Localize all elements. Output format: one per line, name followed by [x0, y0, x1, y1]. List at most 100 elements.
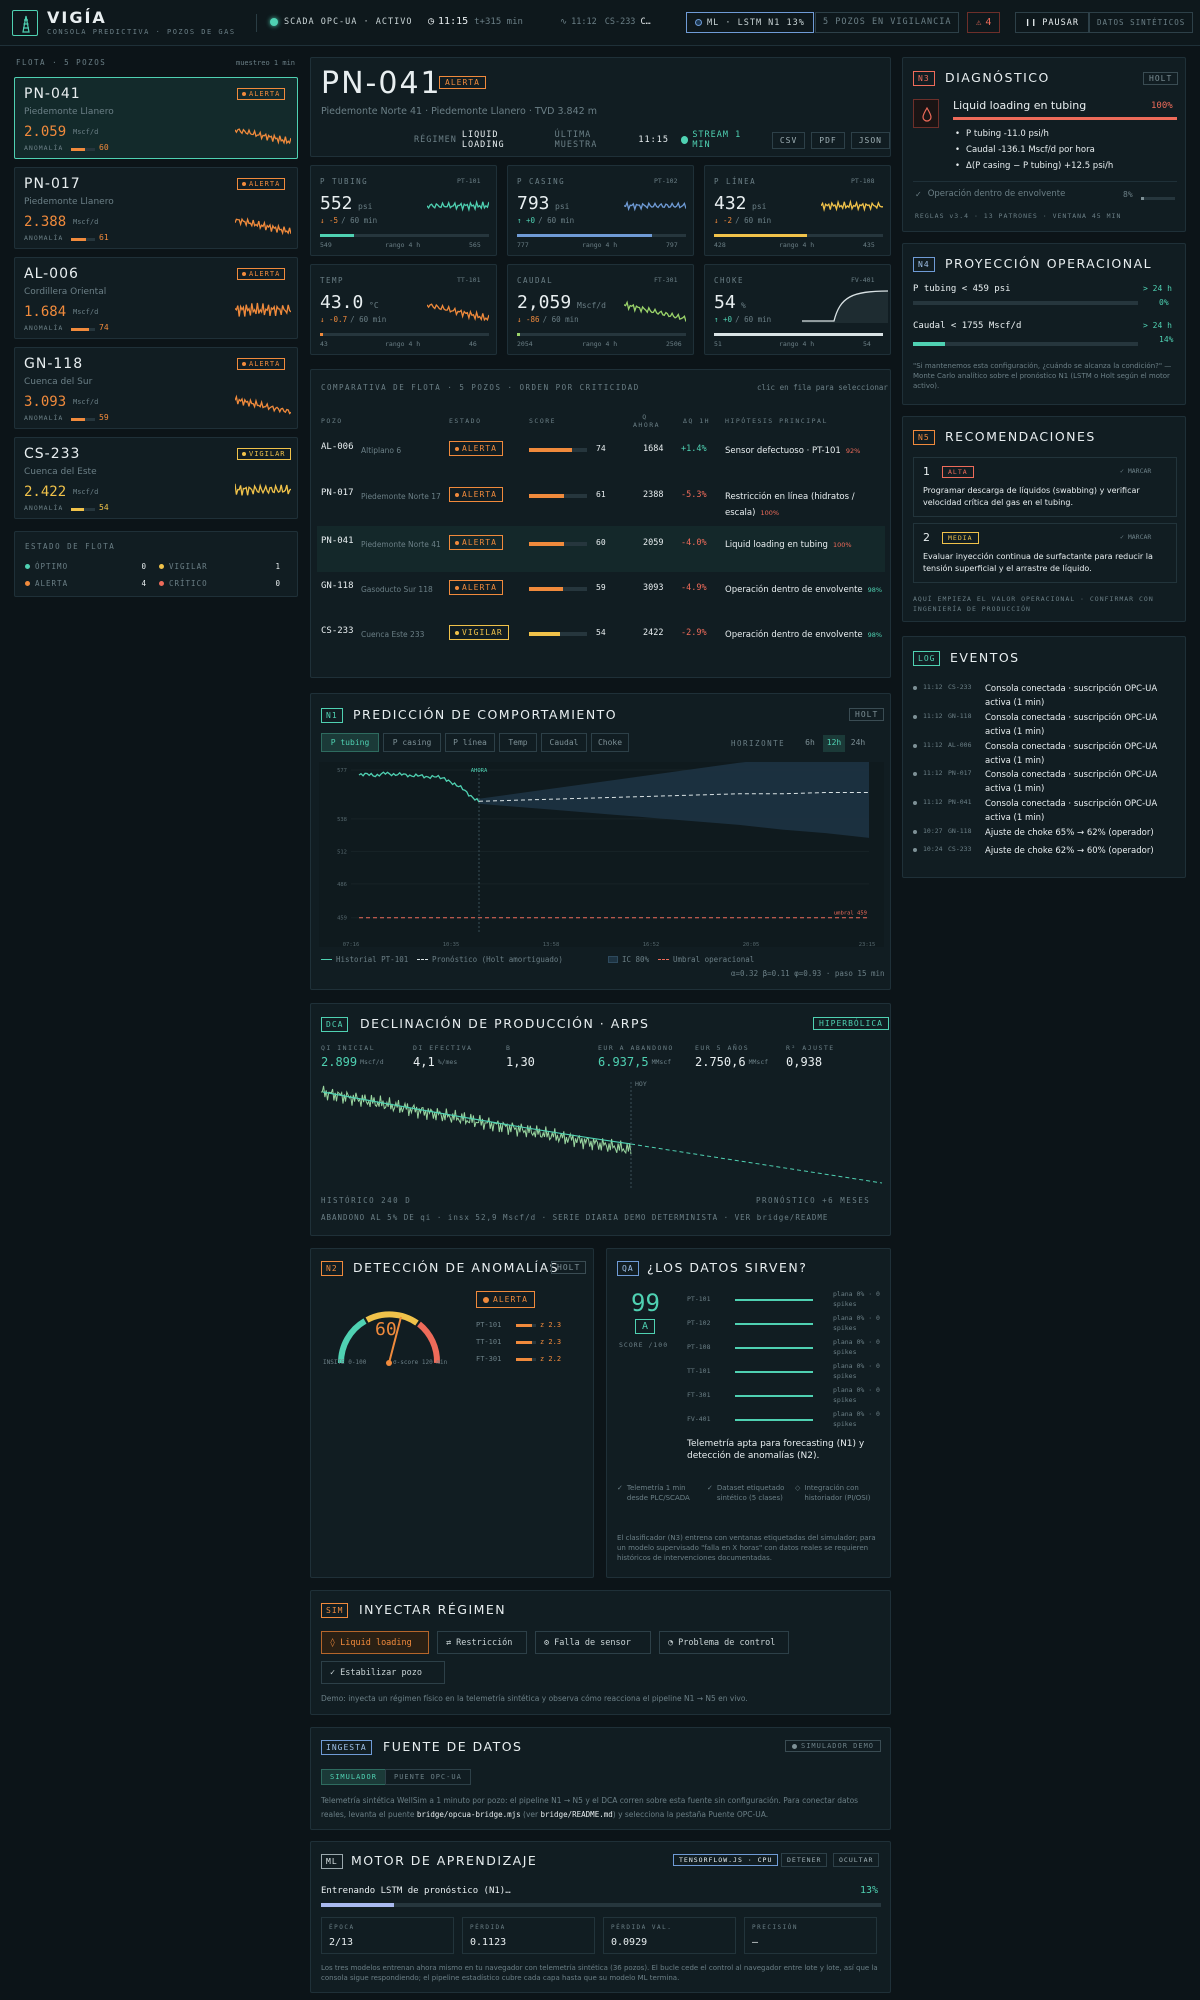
- sensor-tag: TT-101: [457, 276, 481, 284]
- status-dot-icon: [270, 18, 278, 26]
- mark-done-button[interactable]: ✓ MARCAR: [1120, 467, 1151, 475]
- fleet-well-card[interactable]: PN-041 Piedemonte Llanero ALERTA 2.059 Mscf/…: [14, 77, 298, 159]
- regime-icon: ⇄: [446, 1637, 452, 1648]
- recommendation-text: Evaluar inyección continua de surfactant…: [923, 552, 1153, 573]
- sensor-range-label: rango 4 h: [779, 340, 815, 348]
- fleet-well-card[interactable]: CS-233 Cuenca del Este VIGILAR 2.422 Mscf/d A…: [14, 437, 298, 519]
- diagnosis-bullet: • Caudal -136.1 Mscf/d por hora: [955, 145, 1095, 155]
- row-flow-delta: -2.9%: [681, 628, 707, 638]
- tab-sensor[interactable]: Caudal: [541, 733, 587, 752]
- state-dot-icon: [159, 564, 164, 569]
- recommendation-card[interactable]: 1 ALTA ✓ MARCAR Programar descarga de líqui…: [913, 457, 1177, 517]
- fleet-well-card[interactable]: GN-118 Cuenca del Sur ALERTA 3.093 Mscf/d ANO…: [14, 347, 298, 429]
- projection-bar: [913, 342, 1138, 346]
- regime-button[interactable]: ⚙ Falla de sensor: [535, 1631, 651, 1654]
- ml-stat-box: ÉPOCA 2/13: [321, 1917, 454, 1954]
- tab-opcua-bridge[interactable]: PUENTE OPC-UA: [385, 1769, 471, 1785]
- well-card-flow: 2.388: [24, 214, 67, 230]
- sensor-tag: PT-108: [851, 177, 875, 185]
- check-icon: ✓: [617, 1484, 623, 1492]
- horizon-option[interactable]: 24h: [847, 735, 869, 752]
- well-card-flow: 2.059: [24, 124, 67, 140]
- projection-pct: 0%: [1159, 298, 1169, 307]
- fleet-well-card[interactable]: PN-017 Piedemonte Llanero ALERTA 2.388 Mscf/…: [14, 167, 298, 249]
- sensor-card[interactable]: CHOKE FV-401 54% ↑ +0/ 60 min 51 rango 4 h 54: [704, 264, 891, 355]
- events-panel: LOG EVENTOS 11:12 CS-233 Consola conectada…: [902, 636, 1186, 878]
- pause-button[interactable]: ❙❙ PAUSAR: [1015, 12, 1089, 33]
- wells-watch-button[interactable]: 5 POZOS EN VIGILANCIA: [815, 12, 960, 33]
- well-card-status-badge: ALERTA: [237, 178, 286, 190]
- anomaly-sensor-bar: [516, 1323, 536, 1327]
- sensor-max: 435: [863, 241, 875, 249]
- table-row[interactable]: CS-233 Cuenca Este 233 VIGILAR 54 2422 -2.9% O…: [317, 616, 885, 654]
- ml-hide-button[interactable]: OCULTAR: [833, 1853, 880, 1867]
- sensor-value: 432: [714, 193, 747, 214]
- sensor-name: P LÍNEA: [714, 177, 757, 186]
- sensor-card[interactable]: P LÍNEA PT-108 432 psi ↓ -2/ 60 min 428 rango …: [704, 165, 891, 256]
- state-dot-icon: [25, 564, 30, 569]
- horizon-option[interactable]: 6h: [799, 735, 821, 752]
- sensor-range-bar: [714, 333, 883, 336]
- sensor-range-label: rango 4 h: [385, 241, 421, 249]
- table-row[interactable]: PN-017 Piedemonte Norte 17 ALERTA 61 2388 -5.…: [317, 478, 885, 524]
- dca-stat-label: EUR A ABANDONO: [598, 1044, 674, 1052]
- tab-sensor[interactable]: P línea: [445, 733, 495, 752]
- sensor-card[interactable]: P TUBING PT-101 552 psi ↓ -5/ 60 min 549 rango…: [310, 165, 497, 256]
- status-dot-icon: [455, 446, 459, 451]
- export-json-button[interactable]: JSON: [850, 131, 890, 149]
- sensor-card[interactable]: P CASING PT-102 793 psi ↑ +0/ 60 min 777 rango…: [507, 165, 694, 256]
- dca-stat-label: EUR 5 AÑOS: [695, 1044, 750, 1052]
- well-card-id: PN-017: [24, 176, 81, 192]
- well-card-score: 74: [99, 323, 109, 332]
- tab-sensor[interactable]: Choke: [591, 733, 629, 752]
- quality-note: El clasificador (N3) entrena con ventana…: [617, 1534, 876, 1562]
- well-card-region: Cuenca del Sur: [24, 377, 93, 387]
- table-row[interactable]: AL-006 Altiplano 6 ALERTA 74 1684 +1.4% Sensor…: [317, 432, 885, 470]
- well-card-anomaly-label: ANOMALÍA: [24, 414, 64, 422]
- row-flow: 2422: [643, 628, 664, 638]
- well-card-region: Piedemonte Llanero: [24, 197, 114, 207]
- projection-condition: P tubing < 459 psi: [913, 284, 1011, 294]
- projection-title: PROYECCIÓN OPERACIONAL: [945, 256, 1153, 271]
- ml-status-button[interactable]: ML · LSTM N1 13%: [686, 12, 814, 33]
- sensor-max: 797: [666, 241, 678, 249]
- recommendation-card[interactable]: 2 MEDIA ✓ MARCAR Evaluar inyección continua…: [913, 523, 1177, 583]
- row-hypothesis: Operación dentro de envolvente 98%: [725, 630, 883, 640]
- row-hypothesis: Restricción en línea (hidratos / escala)…: [725, 492, 855, 518]
- quality-sensor-line: [735, 1395, 813, 1397]
- quality-tag: QA: [617, 1261, 639, 1276]
- dca-stat-value: 1,30: [506, 1055, 535, 1069]
- tab-sensor[interactable]: P tubing: [321, 733, 379, 752]
- horizon-option[interactable]: 12h: [823, 735, 845, 752]
- ml-note: Los tres modelos entrenan ahora mismo en…: [321, 1964, 878, 1982]
- regime-button[interactable]: ✓ Estabilizar pozo: [321, 1661, 445, 1684]
- fleet-well-card[interactable]: AL-006 Cordillera Oriental ALERTA 1.684 Mscf…: [14, 257, 298, 339]
- tab-simulator[interactable]: SIMULADOR: [321, 1769, 386, 1785]
- export-csv-button[interactable]: CSV: [771, 131, 806, 149]
- ml-stop-button[interactable]: DETENER: [781, 1853, 828, 1867]
- sensor-card[interactable]: TEMP TT-101 43.0 °C ↓ -0.7/ 60 min 43 rango 4 …: [310, 264, 497, 355]
- sensor-range-label: rango 4 h: [779, 241, 815, 249]
- regime-button[interactable]: ◔ Problema de control: [659, 1631, 789, 1654]
- well-header-panel: PN-041 ALERTA Piedemonte Norte 41 · Pied…: [310, 57, 891, 157]
- table-row[interactable]: GN-118 Gasoducto Sur 118 ALERTA 59 3093 -4.9%…: [317, 571, 885, 617]
- gauge-right-label: σ-score 120 min: [393, 1359, 448, 1366]
- tab-sensor[interactable]: P casing: [383, 733, 441, 752]
- export-pdf-button[interactable]: PDF: [811, 131, 845, 149]
- tab-sensor[interactable]: Temp: [499, 733, 537, 752]
- sensor-card[interactable]: CAUDAL FT-301 2,059 Mscf/d ↓ -86/ 60 min 2054…: [507, 264, 694, 355]
- dca-panel: DCA DECLINACIÓN DE PRODUCCIÓN · ARPS HIP…: [310, 1003, 891, 1236]
- alerts-button[interactable]: ⚠ 4: [967, 12, 1001, 33]
- mark-done-button[interactable]: ✓ MARCAR: [1120, 533, 1151, 541]
- simulate-tag: SIM: [321, 1603, 349, 1618]
- status-dot-icon: [242, 92, 246, 96]
- projection-pct: 14%: [1159, 335, 1174, 344]
- regime-button[interactable]: ⇄ Restricción: [437, 1631, 527, 1654]
- regime-button[interactable]: ◊ Liquid loading: [321, 1631, 429, 1654]
- row-hypothesis: Liquid loading en tubing 100%: [725, 540, 852, 550]
- row-flow: 2388: [643, 490, 664, 500]
- synthetic-data-badge[interactable]: DATOS SINTÉTICOS: [1089, 12, 1194, 33]
- simulate-panel: SIM INYECTAR RÉGIMEN Demo: inyecta un ré…: [310, 1590, 891, 1715]
- table-row[interactable]: PN-041 Piedemonte Norte 41 ALERTA 60 2059 -4.…: [317, 526, 885, 572]
- sensor-sparkline: [427, 303, 489, 322]
